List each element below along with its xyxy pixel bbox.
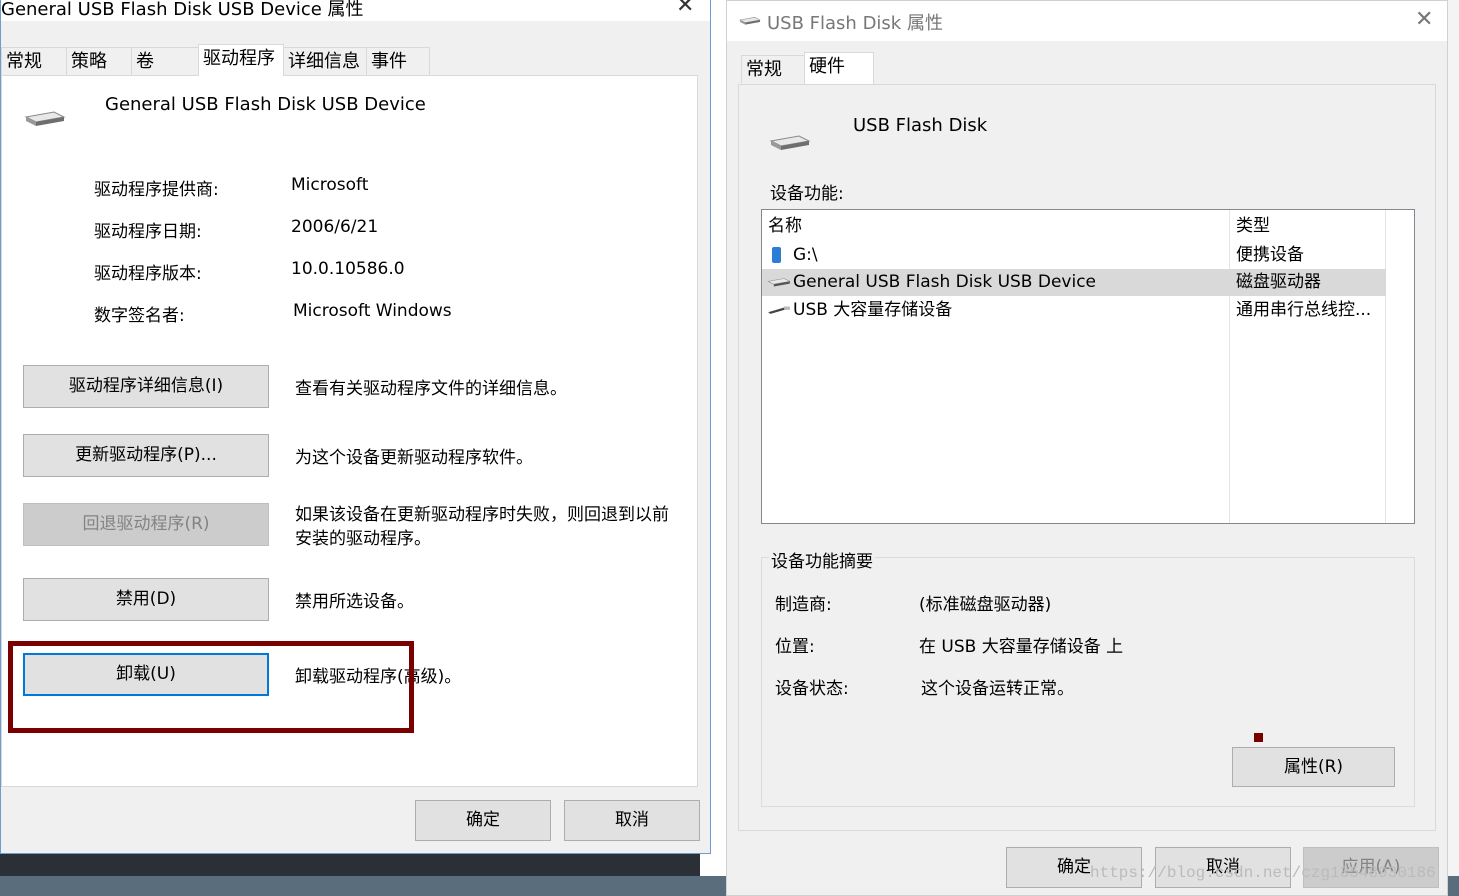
disk-drive-icon: [767, 278, 791, 287]
ok-button[interactable]: 确定: [415, 800, 551, 841]
status-label: 设备状态:: [775, 679, 849, 699]
tab-driver[interactable]: 驱动程序: [198, 44, 284, 76]
version-label: 驱动程序版本:: [94, 264, 202, 284]
version-value: 10.0.10586.0: [291, 259, 405, 279]
disable-desc: 禁用所选设备。: [295, 592, 414, 612]
device-functions-list[interactable]: 名称 类型 G:\ 便携设备 General USB Flash Disk US…: [761, 209, 1415, 524]
provider-label: 驱动程序提供商:: [94, 180, 219, 200]
title-bar: USB Flash Disk 属性 ✕: [727, 1, 1447, 41]
manufacturer-label: 制造商:: [775, 595, 832, 615]
close-icon[interactable]: ✕: [1415, 7, 1433, 32]
annotation-highlight-box: [8, 641, 414, 733]
usb-icon: [768, 306, 790, 314]
column-name-header[interactable]: 名称: [768, 213, 802, 240]
tab-events[interactable]: 事件: [366, 47, 430, 75]
close-icon[interactable]: ✕: [676, 0, 694, 18]
window-title: General USB Flash Disk USB Device 属性: [1, 0, 364, 20]
list-item[interactable]: USB 大容量存储设备 通用串行总线控...: [762, 297, 1386, 324]
status-value: 这个设备运转正常。: [921, 679, 1074, 699]
tab-general[interactable]: 常规: [741, 55, 805, 83]
window-title: USB Flash Disk 属性: [767, 13, 943, 34]
usb-disk-properties-dialog: USB Flash Disk 属性 ✕ 常规 硬件 USB Flash Disk…: [726, 0, 1448, 896]
date-value: 2006/6/21: [291, 217, 379, 237]
usb-drive-icon: [24, 111, 66, 126]
driver-properties-dialog: General USB Flash Disk USB Device 属性 ✕ 常…: [0, 0, 711, 854]
watermark: https://blog.csdn.net/czg13548930186: [1090, 864, 1436, 882]
title-bar: General USB Flash Disk USB Device 属性 ✕: [1, 0, 710, 21]
item-type: 便携设备: [1236, 245, 1304, 265]
tab-general[interactable]: 常规: [1, 47, 67, 75]
device-summary-label: 设备功能摘要: [769, 547, 875, 572]
usb-drive-small-icon: [739, 17, 761, 25]
list-header: 名称 类型: [762, 213, 1386, 240]
item-name: General USB Flash Disk USB Device: [793, 272, 1097, 292]
tab-volume[interactable]: 卷: [131, 47, 199, 75]
usb-drive-icon: [769, 135, 811, 150]
properties-button[interactable]: 属性(R): [1232, 747, 1395, 787]
location-value: 在 USB 大容量存储设备 上: [919, 637, 1124, 657]
driver-details-button[interactable]: 驱动程序详细信息(I): [23, 365, 269, 408]
item-name: USB 大容量存储设备: [793, 300, 953, 320]
provider-value: Microsoft: [291, 175, 369, 195]
tab-policy[interactable]: 策略: [66, 47, 132, 75]
item-type: 磁盘驱动器: [1236, 272, 1321, 292]
tab-hardware[interactable]: 硬件: [804, 52, 874, 84]
disable-button[interactable]: 禁用(D): [23, 578, 269, 621]
cancel-button[interactable]: 取消: [564, 800, 700, 841]
device-name: USB Flash Disk: [853, 115, 988, 136]
manufacturer-value: (标准磁盘驱动器): [919, 595, 1052, 615]
date-label: 驱动程序日期:: [94, 222, 202, 242]
column-type-header[interactable]: 类型: [1236, 213, 1270, 240]
update-driver-button[interactable]: 更新驱动程序(P)...: [23, 434, 269, 477]
update-driver-desc: 为这个设备更新驱动程序软件。: [295, 448, 533, 468]
location-label: 位置:: [775, 637, 815, 657]
hardware-tab-panel: USB Flash Disk 设备功能: 名称 类型 G:\ 便携设备 Gene…: [738, 84, 1436, 831]
marker-dot: [1254, 733, 1263, 742]
device-functions-label: 设备功能:: [770, 184, 844, 204]
tab-details[interactable]: 详细信息: [283, 47, 367, 75]
rollback-driver-button[interactable]: 回退驱动程序(R): [23, 503, 269, 546]
list-item[interactable]: G:\ 便携设备: [762, 242, 1386, 269]
tab-strip: 常规 策略 卷 驱动程序 详细信息 事件: [1, 44, 701, 77]
item-name: G:\: [793, 245, 818, 265]
driver-details-desc: 查看有关驱动程序文件的详细信息。: [295, 379, 567, 399]
rollback-driver-desc: 如果该设备在更新驱动程序时失败，则回退到以前安装的驱动程序。: [295, 505, 669, 549]
list-item[interactable]: General USB Flash Disk USB Device 磁盘驱动器: [762, 269, 1386, 296]
device-name: General USB Flash Disk USB Device: [105, 94, 426, 115]
signer-label: 数字签名者:: [94, 306, 185, 326]
signer-value: Microsoft Windows: [293, 301, 452, 321]
item-type: 通用串行总线控...: [1236, 300, 1372, 320]
portable-device-icon: [772, 247, 781, 263]
tab-strip: 常规 硬件: [741, 52, 1041, 85]
driver-tab-panel: General USB Flash Disk USB Device 驱动程序提供…: [1, 75, 698, 787]
